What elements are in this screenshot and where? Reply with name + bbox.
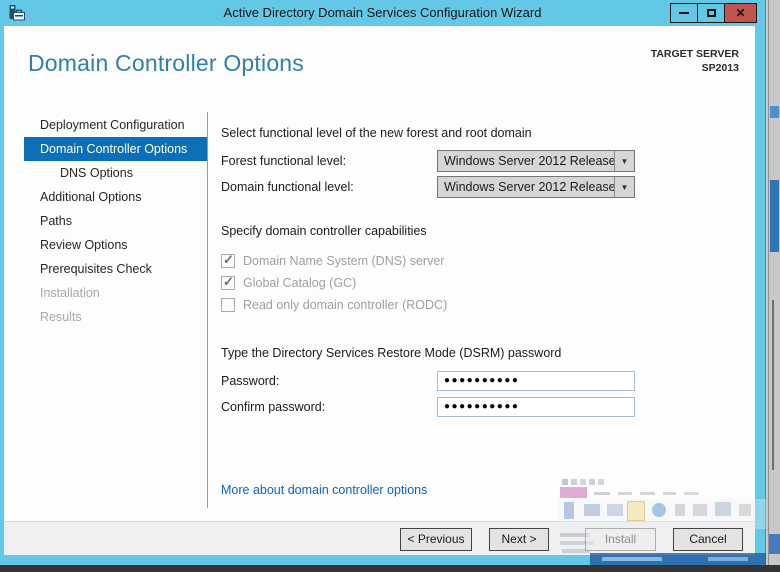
background-window-border <box>768 0 769 572</box>
dns-server-checkbox-row: ✓ Domain Name System (DNS) server <box>221 250 755 272</box>
maximize-button[interactable] <box>697 3 725 23</box>
chevron-down-icon: ▼ <box>621 183 629 192</box>
dns-server-checkbox: ✓ <box>221 254 235 268</box>
nav-item-paths[interactable]: Paths <box>24 209 207 233</box>
domain-functional-level-select[interactable]: Windows Server 2012 Release Ca ▼ <box>437 176 635 198</box>
capabilities-checkboxes: ✓ Domain Name System (DNS) server ✓ Glob… <box>221 250 755 316</box>
functional-level-heading: Select functional level of the new fores… <box>221 126 755 140</box>
global-catalog-checkbox-row: ✓ Global Catalog (GC) <box>221 272 755 294</box>
options-form: Select functional level of the new fores… <box>208 104 755 521</box>
dns-server-checkbox-label: Domain Name System (DNS) server <box>243 254 444 268</box>
check-icon: ✓ <box>223 274 234 290</box>
forest-dropdown-button[interactable]: ▼ <box>614 151 634 171</box>
rodc-checkbox-label: Read only domain controller (RODC) <box>243 298 447 312</box>
target-server-label: TARGET SERVER <box>651 47 739 61</box>
nav-item-additional-options[interactable]: Additional Options <box>24 185 207 209</box>
nav-item-results: Results <box>24 305 207 329</box>
target-server-name: SP2013 <box>651 61 739 75</box>
domain-functional-level-value: Windows Server 2012 Release Ca <box>438 180 614 194</box>
window-controls: ✕ <box>671 3 757 23</box>
capabilities-heading: Specify domain controller capabilities <box>221 224 755 238</box>
minimize-icon <box>679 12 689 14</box>
next-button[interactable]: Next > <box>489 528 549 551</box>
background-scrollbar-thumb <box>770 180 779 252</box>
close-icon: ✕ <box>735 7 745 19</box>
wizard-header: Domain Controller Options TARGET SERVER … <box>4 26 755 104</box>
confirm-password-row: Confirm password: ●●●●●●●●●● <box>221 394 755 420</box>
domain-functional-level-row: Domain functional level: Windows Server … <box>221 174 755 200</box>
password-input[interactable]: ●●●●●●●●●● <box>437 371 635 391</box>
more-about-link[interactable]: More about domain controller options <box>221 483 427 497</box>
confirm-password-label: Confirm password: <box>221 400 437 414</box>
install-button: Install <box>585 528 656 551</box>
forest-functional-level-row: Forest functional level: Windows Server … <box>221 148 755 174</box>
desktop: Active Directory Domain Services Configu… <box>0 0 780 572</box>
background-scrollbar-mark <box>770 106 779 118</box>
nav-item-installation: Installation <box>24 281 207 305</box>
rodc-checkbox-row: Read only domain controller (RODC) <box>221 294 755 316</box>
target-server-block: TARGET SERVER SP2013 <box>651 47 739 75</box>
chevron-down-icon: ▼ <box>621 157 629 166</box>
password-label: Password: <box>221 374 437 388</box>
maximize-icon <box>707 9 716 17</box>
taskbar-edge <box>0 565 780 572</box>
nav-item-dns-options[interactable]: DNS Options <box>24 161 207 185</box>
wizard-content: Deployment Configuration Domain Controll… <box>4 104 755 521</box>
check-icon: ✓ <box>223 252 234 268</box>
background-window-edge <box>765 0 780 572</box>
minimize-button[interactable] <box>670 3 698 23</box>
nav-item-domain-controller-options[interactable]: Domain Controller Options <box>24 137 207 161</box>
background-window-fragment <box>769 534 780 554</box>
domain-dropdown-button[interactable]: ▼ <box>614 177 634 197</box>
close-button[interactable]: ✕ <box>724 3 757 23</box>
confirm-password-input[interactable]: ●●●●●●●●●● <box>437 397 635 417</box>
background-window-line <box>772 300 774 470</box>
global-catalog-checkbox: ✓ <box>221 276 235 290</box>
rodc-checkbox <box>221 298 235 312</box>
password-row: Password: ●●●●●●●●●● <box>221 368 755 394</box>
cancel-button[interactable]: Cancel <box>673 528 743 551</box>
titlebar[interactable]: Active Directory Domain Services Configu… <box>0 0 765 26</box>
wizard-body: Domain Controller Options TARGET SERVER … <box>4 26 755 555</box>
wizard-footer: < Previous Next > Install Cancel <box>4 521 755 555</box>
global-catalog-checkbox-label: Global Catalog (GC) <box>243 276 356 290</box>
page-title: Domain Controller Options <box>28 50 304 77</box>
forest-functional-level-label: Forest functional level: <box>221 154 437 168</box>
nav-item-review-options[interactable]: Review Options <box>24 233 207 257</box>
previous-button[interactable]: < Previous <box>400 528 472 551</box>
nav-item-deployment-configuration[interactable]: Deployment Configuration <box>24 113 207 137</box>
forest-functional-level-select[interactable]: Windows Server 2012 Release Ca ▼ <box>437 150 635 172</box>
wizard-window: Active Directory Domain Services Configu… <box>0 0 765 565</box>
nav-item-prerequisites-check[interactable]: Prerequisites Check <box>24 257 207 281</box>
wizard-nav: Deployment Configuration Domain Controll… <box>4 104 207 521</box>
forest-functional-level-value: Windows Server 2012 Release Ca <box>438 154 614 168</box>
window-title: Active Directory Domain Services Configu… <box>0 5 765 20</box>
dsrm-heading: Type the Directory Services Restore Mode… <box>221 346 755 360</box>
domain-functional-level-label: Domain functional level: <box>221 180 437 194</box>
